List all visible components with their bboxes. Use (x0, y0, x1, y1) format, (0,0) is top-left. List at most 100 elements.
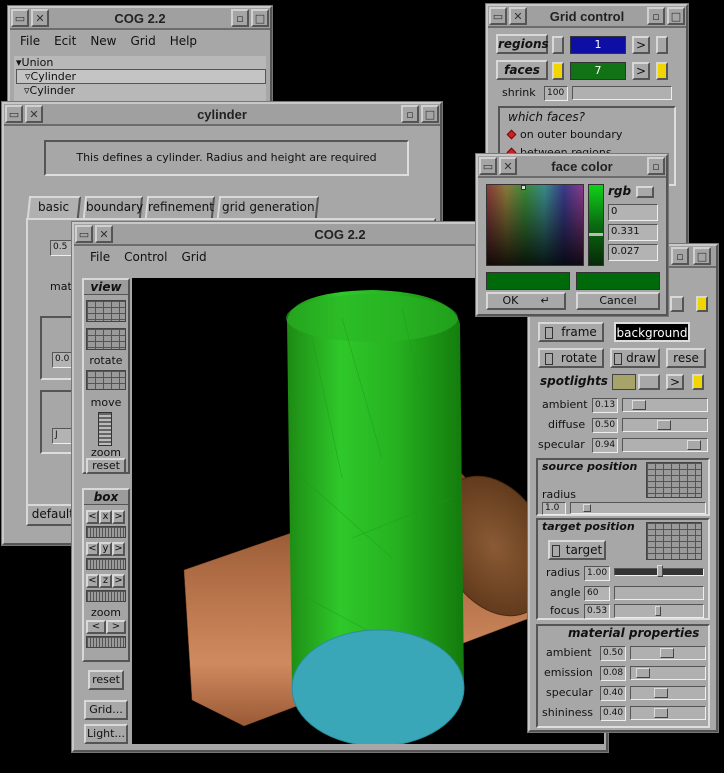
reset-light-button[interactable]: rese (666, 348, 706, 368)
material-emission-knob[interactable] (636, 668, 650, 678)
box-z-right[interactable]: > (112, 574, 125, 588)
window-menu-icon[interactable]: ▭ (75, 225, 93, 243)
material-emission-value[interactable]: 0.08 (600, 666, 626, 681)
background-button[interactable]: background (614, 322, 690, 342)
close-icon[interactable]: ✕ (31, 9, 49, 27)
box-z-wheel[interactable] (86, 590, 126, 602)
box-zoom-wheel[interactable] (86, 636, 126, 648)
value-field-3[interactable]: J (52, 428, 72, 444)
focus-value[interactable]: 0.53 (584, 604, 610, 619)
ambient-knob[interactable] (632, 400, 646, 410)
focus-slider[interactable] (614, 604, 704, 618)
rotate-light-button[interactable]: rotate (538, 348, 604, 368)
focus-knob[interactable] (655, 606, 661, 616)
view-grid-icon-2[interactable] (86, 328, 126, 350)
material-shininess-slider[interactable] (630, 706, 706, 720)
material-specular-value[interactable]: 0.40 (600, 686, 626, 701)
material-ambient-value[interactable]: 0.50 (600, 646, 626, 661)
reset-box-button[interactable]: reset (88, 670, 124, 690)
specular-value[interactable]: 0.94 (592, 438, 618, 453)
specular-knob[interactable] (687, 440, 701, 450)
tab-grid-generation[interactable]: grid generation (216, 196, 320, 218)
light-dialog-button[interactable]: Light... (84, 724, 128, 744)
tab-basic[interactable]: basic (26, 196, 82, 218)
maximize-icon[interactable]: □ (251, 9, 269, 27)
regions-next[interactable]: > (632, 36, 650, 54)
cancel-button[interactable]: Cancel (576, 292, 660, 310)
draw-light-button[interactable]: draw (610, 348, 660, 368)
spotlight-next[interactable]: > (666, 374, 684, 390)
zoom-thumbwheel[interactable] (98, 412, 112, 446)
box-zoom-right[interactable]: > (106, 620, 126, 634)
menu-control[interactable]: Control (124, 250, 167, 264)
box-y-left[interactable]: < (86, 542, 99, 556)
menu-file[interactable]: File (20, 34, 40, 48)
target-radius-slider[interactable] (614, 565, 704, 577)
angle-value[interactable]: 60 (584, 586, 610, 601)
spotlight-toggle[interactable] (638, 374, 660, 390)
material-ambient-knob[interactable] (660, 648, 674, 658)
view-grid-icon-1[interactable] (86, 300, 126, 322)
spotlight-color-swatch[interactable] (612, 374, 636, 390)
menu-grid[interactable]: Grid (131, 34, 156, 48)
regions-button[interactable]: regions (496, 34, 549, 54)
frame-button[interactable]: frame (538, 322, 604, 342)
face-color-titlebar[interactable]: ▭ ✕ face color ▫ (478, 156, 666, 178)
cylinder-titlebar[interactable]: ▭ ✕ cylinder ▫ □ (4, 104, 440, 126)
diffuse-knob[interactable] (657, 420, 671, 430)
menu-new[interactable]: New (90, 34, 116, 48)
box-x-wheel[interactable] (86, 526, 126, 538)
box-x-right[interactable]: > (112, 510, 125, 524)
diffuse-slider[interactable] (622, 418, 708, 432)
material-ambient-slider[interactable] (630, 646, 706, 660)
spectrum-marker[interactable] (521, 185, 526, 190)
grid-control-titlebar[interactable]: ▭ ✕ Grid control ▫ □ (488, 6, 686, 28)
shrink-slider[interactable] (572, 86, 672, 100)
specular-slider[interactable] (622, 438, 708, 452)
faces-next[interactable]: > (632, 62, 650, 80)
box-x-left[interactable]: < (86, 510, 99, 524)
target-radius-value[interactable]: 1.00 (584, 566, 610, 581)
material-emission-slider[interactable] (630, 666, 706, 680)
green-value[interactable]: 0.331 (608, 224, 658, 241)
menu-file[interactable]: File (90, 250, 110, 264)
top-yellow-toggle[interactable] (696, 296, 708, 312)
close-icon[interactable]: ✕ (25, 105, 43, 123)
maximize-icon[interactable]: □ (421, 105, 439, 123)
tab-boundary[interactable]: boundary (82, 196, 143, 218)
minimize-icon[interactable]: ▫ (401, 105, 419, 123)
tree-item-union[interactable]: ▾Union (16, 56, 266, 69)
minimize-icon[interactable]: ▫ (671, 247, 689, 265)
ok-button[interactable]: OK ↵ (486, 292, 566, 310)
menu-help[interactable]: Help (170, 34, 197, 48)
ambient-slider[interactable] (622, 398, 708, 412)
tab-refinement[interactable]: refinement (144, 196, 216, 218)
window-menu-icon[interactable]: ▭ (11, 9, 29, 27)
target-radius-knob[interactable] (657, 565, 663, 577)
box-z-left[interactable]: < (86, 574, 99, 588)
source-radius-knob[interactable] (583, 504, 591, 512)
material-shininess-knob[interactable] (654, 708, 668, 718)
minimize-icon[interactable]: ▫ (647, 7, 665, 25)
red-value[interactable]: 0 (608, 204, 658, 221)
box-y-right[interactable]: > (112, 542, 125, 556)
maximize-icon[interactable]: □ (667, 7, 685, 25)
window-menu-icon[interactable]: ▭ (489, 7, 507, 25)
target-button[interactable]: target (548, 540, 606, 560)
value-ramp-marker[interactable] (589, 233, 603, 236)
faces-button[interactable]: faces (496, 60, 548, 80)
top-toggle[interactable] (670, 296, 684, 312)
source-radius-value[interactable]: 1.0 (542, 502, 566, 515)
tree-item-cylinder-2[interactable]: ▿Cylinder (16, 84, 266, 97)
faces-value[interactable]: 7 (570, 62, 626, 80)
shrink-value[interactable]: 100 (544, 86, 568, 101)
angle-slider[interactable] (614, 586, 704, 600)
window-menu-icon[interactable]: ▭ (479, 157, 497, 175)
grid-dialog-button[interactable]: Grid... (84, 700, 128, 720)
maximize-icon[interactable]: □ (693, 247, 711, 265)
minimize-icon[interactable]: ▫ (647, 157, 665, 175)
regions-toggle[interactable] (552, 36, 564, 54)
main-titlebar[interactable]: ▭ ✕ COG 2.2 ▫ □ (10, 8, 270, 30)
target-position-grid[interactable] (646, 522, 702, 560)
source-position-grid[interactable] (646, 462, 702, 498)
